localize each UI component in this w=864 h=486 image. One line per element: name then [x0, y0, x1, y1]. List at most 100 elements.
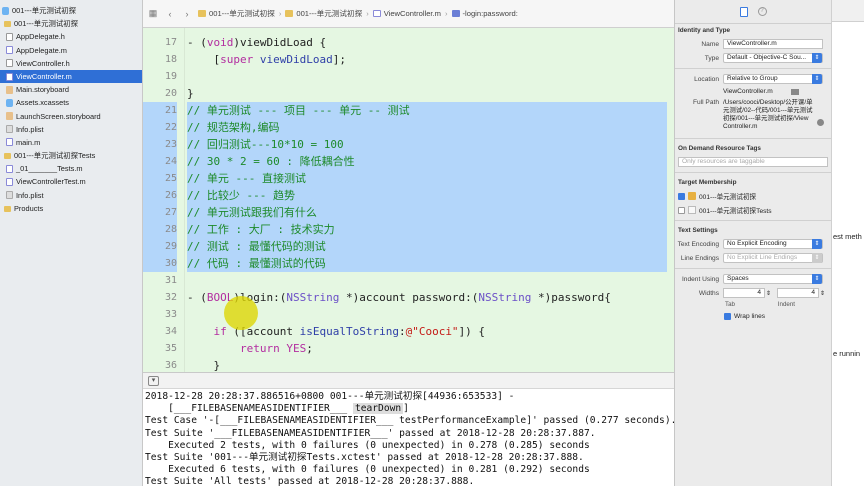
crumb-method[interactable]: -login:password: [451, 9, 518, 18]
code-line[interactable]: 25 // 单元 --- 直接测试 [143, 170, 674, 187]
line-number: 29 [143, 238, 177, 255]
code-token: } [187, 359, 221, 372]
stepper-icon[interactable]: ⇕ [766, 290, 771, 297]
file-inspector-tab-icon[interactable] [739, 6, 748, 17]
nav-item[interactable]: AppDelegate.m [0, 44, 142, 57]
nav-item[interactable]: ViewController.h [0, 57, 142, 70]
back-icon[interactable]: ‹ [163, 9, 177, 19]
hide-debug-area-icon[interactable]: ▾ [148, 376, 159, 386]
code-line[interactable]: 29 // 测试 : 最懂代码的测试 [143, 238, 674, 255]
folder-icon[interactable] [790, 88, 799, 95]
console-line: Executed 6 tests, with 0 failures (0 une… [143, 464, 674, 476]
tags-field[interactable]: Only resources are taggable [678, 157, 828, 167]
code-line[interactable]: 18 [super viewDidLoad]; [143, 51, 674, 68]
crumb-project[interactable]: 001---单元测试初探 [198, 8, 275, 19]
nav-item[interactable]: main.m [0, 136, 142, 149]
crumb-file[interactable]: ViewController.m [372, 9, 441, 18]
code-line[interactable]: 34 if ([account isEqualToString:@"Cooci"… [143, 323, 674, 340]
line-endings-select[interactable]: No Explicit Line Endings ⇕ [723, 253, 823, 263]
console-line: 2018-12-28 20:28:37.886516+0800 001---单元… [143, 391, 674, 403]
forward-icon[interactable]: › [180, 9, 194, 19]
code-line[interactable]: 27 // 单元测试跟我们有什么 [143, 204, 674, 221]
chevron-down-icon: ⇕ [812, 274, 822, 284]
nav-item[interactable]: ViewController.m [0, 69, 142, 84]
code-line[interactable]: 31 [143, 272, 674, 289]
stepper-icon[interactable]: ⇕ [820, 290, 825, 297]
location-select[interactable]: Relative to Group ⇕ [723, 74, 823, 84]
crumb-group[interactable]: 001---单元测试初探 [285, 8, 362, 19]
code-line[interactable]: 28 // 工作 : 大厂 : 技术实力 [143, 221, 674, 238]
nav-item[interactable]: 001---单元测试初探 [0, 17, 142, 30]
target-checkbox[interactable] [678, 192, 685, 200]
debug-bar: ▾ [143, 372, 674, 389]
code-line[interactable]: 19 [143, 68, 674, 85]
file-inspector: ? Identity and Type Name ViewController.m… [674, 0, 831, 486]
nav-item[interactable]: LaunchScreen.storyboard [0, 110, 142, 123]
background-text: est meth [833, 232, 862, 241]
code-text: // 工作 : 大厂 : 技术实力 [187, 221, 667, 238]
folder-icon [4, 21, 11, 28]
code-text: // 比较少 --- 趋势 [187, 187, 667, 204]
console-output[interactable]: 2018-12-28 20:28:37.886516+0800 001---单元… [143, 389, 674, 486]
code-token: super [220, 53, 254, 66]
code-line[interactable]: 26 // 比较少 --- 趋势 [143, 187, 674, 204]
nav-item[interactable]: ViewControllerTest.m [0, 175, 142, 188]
nav-item[interactable]: AppDelegate.h [0, 30, 142, 43]
code-text: [super viewDidLoad]; [187, 51, 346, 68]
field-label: Text Encoding [677, 240, 719, 248]
nav-item[interactable]: Products [0, 202, 142, 215]
wrap-lines-label: Wrap lines [734, 312, 766, 320]
code-token: )viewDidLoad { [233, 36, 327, 49]
m-file-icon [6, 138, 13, 147]
nav-item-label: Info.plist [16, 190, 44, 200]
code-line[interactable]: 23 // 回归测试---10*10 = 100 [143, 136, 674, 153]
nav-item[interactable]: 001---单元测试初探 [0, 4, 142, 17]
code-line[interactable]: 32- (BOOL)login:(NSString *)account pass… [143, 289, 674, 306]
related-items-icon[interactable]: ▦ [146, 8, 160, 19]
encoding-value: No Explicit Encoding [727, 240, 787, 247]
code-text: // 测试 : 最懂代码的测试 [187, 238, 667, 255]
code-line[interactable]: 33 [143, 306, 674, 323]
source-editor[interactable]: 1617- (void)viewDidLoad {18 [super viewD… [143, 28, 674, 372]
code-text: // 规范架构,编码 [187, 119, 667, 136]
nav-item-label: AppDelegate.h [16, 32, 65, 42]
h-file-icon [6, 59, 13, 68]
code-line[interactable]: 24 // 30 * 2 = 60 : 降低耦合性 [143, 153, 674, 170]
type-select[interactable]: Default - Objective-C Sou... ⇕ [723, 53, 823, 63]
console-text: 2018-12-28 20:28:37.886516+0800 001---单元… [145, 391, 515, 402]
quick-help-tab-icon[interactable]: ? [757, 7, 767, 16]
nav-item[interactable]: Assets.xcassets [0, 96, 142, 109]
code-line[interactable]: 22 // 规范架构,编码 [143, 119, 674, 136]
nav-item[interactable]: _01_______Tests.m [0, 162, 142, 175]
code-line[interactable]: 36 } [143, 357, 674, 372]
chevron-down-icon: ⇕ [812, 253, 822, 263]
folder-icon [198, 10, 206, 17]
code-line[interactable]: 20} [143, 85, 674, 102]
code-line[interactable]: 21 // 单元测试 --- 项目 --- 单元 -- 测试 [143, 102, 674, 119]
code-token: NSString [478, 291, 532, 304]
tab-width-field[interactable]: 4 [723, 288, 765, 298]
field-label: Type [704, 54, 719, 62]
code-token: if [213, 325, 227, 338]
nav-item[interactable]: Info.plist [0, 123, 142, 136]
encoding-select[interactable]: No Explicit Encoding ⇕ [723, 239, 823, 249]
indent-width-field[interactable]: 4 [777, 288, 820, 298]
name-field[interactable]: ViewController.m [723, 39, 823, 49]
line-number: 19 [164, 71, 177, 82]
nav-item[interactable]: Main.storyboard [0, 83, 142, 96]
nav-item[interactable]: 001---单元测试初探Tests [0, 149, 142, 162]
code-token: - ( [187, 36, 207, 49]
code-line[interactable]: 35 return YES; [143, 340, 674, 357]
pointer-highlight [224, 296, 258, 330]
wrap-lines-checkbox[interactable] [724, 312, 731, 320]
target-label: 001---单元测试初探Tests [699, 208, 772, 215]
target-checkbox[interactable] [678, 206, 685, 214]
console-text: ] [403, 403, 409, 415]
code-line[interactable]: 30 // 代码 : 最懂测试的代码 [143, 255, 674, 272]
line-number: 36 [164, 360, 177, 371]
nav-item[interactable]: Info.plist [0, 189, 142, 202]
indent-using-select[interactable]: Spaces ⇕ [723, 274, 823, 284]
code-line[interactable]: 17 - (void)viewDidLoad { [143, 34, 674, 51]
reveal-arrow-icon[interactable] [817, 119, 824, 126]
code-token: void [206, 36, 234, 49]
